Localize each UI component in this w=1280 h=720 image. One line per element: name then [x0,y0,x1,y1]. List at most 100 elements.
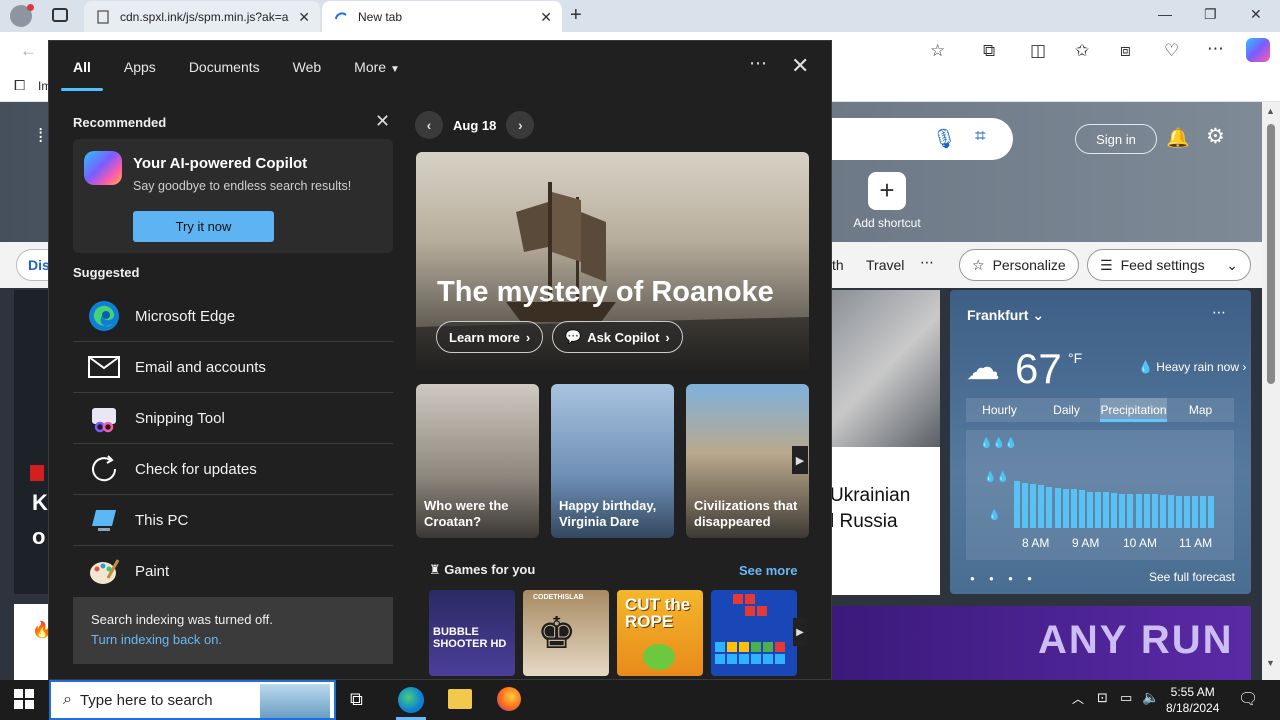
tab-actions-icon[interactable] [52,8,68,22]
suggested-item-paint[interactable]: Paint [73,546,393,597]
notifications-icon[interactable]: 🔔 [1166,126,1190,150]
file-explorer-icon[interactable] [448,689,472,709]
thumbnails-next-icon[interactable]: ▶ [792,446,808,474]
pager-dots[interactable]: ● ● ● ● [970,574,1038,583]
weather-condition[interactable]: 💧 Heavy rain now › [1138,360,1246,374]
firefox-icon[interactable] [497,687,521,711]
next-day-button[interactable]: › [506,111,535,139]
network-icon[interactable]: ▭ [1120,690,1132,706]
highlight-hero-card[interactable]: The mystery of Roanoke Learn more › 💬 Ask … [416,152,809,374]
taskbar-clock[interactable]: 5:55 AM 8/18/2024 [1166,684,1219,716]
thumbnail-caption: Happy birthday, Virginia Dare [559,498,656,530]
notification-center-icon[interactable]: 🗨 [1238,689,1258,709]
apps-grid-icon[interactable]: ⁞ [38,126,43,148]
news-card-left[interactable]: K o [14,290,48,594]
game-tile-cut-the-rope[interactable]: CUT the ROPE [617,590,703,676]
personalize-button[interactable]: ☆ Personalize [959,249,1079,281]
settings-gear-icon[interactable]: ⚙ [1206,124,1225,149]
suggested-item-check-updates[interactable]: Check for updates [73,444,393,495]
minimize-icon[interactable]: — [1158,6,1172,22]
back-icon[interactable]: ← [20,41,37,61]
sign-in-button[interactable]: Sign in [1075,124,1157,154]
microphone-icon[interactable]: 🎙 [932,127,956,151]
scroll-up-icon[interactable]: ▲ [1266,106,1275,116]
close-tab-icon[interactable]: ✕ [540,9,552,26]
games-see-more-link[interactable]: See more [739,563,798,578]
tab-documents[interactable]: Documents [177,55,272,79]
scrollbar-thumb[interactable] [1267,124,1275,384]
copilot-promo-card[interactable]: Your AI-powered Copilot Say goodbye to e… [73,139,393,253]
start-windows-icon[interactable] [14,689,34,712]
feed-tab-partial[interactable]: th [832,257,844,273]
scroll-down-icon[interactable]: ▼ [1266,658,1275,668]
page-scrollbar[interactable]: ▲ ▼ [1262,102,1280,680]
games-next-icon[interactable]: ▶ [793,618,807,646]
thumbnail-virginia-dare[interactable]: Happy birthday, Virginia Dare [551,384,674,538]
news-card[interactable]: Ukrainian l Russia [830,290,940,595]
thumbnail-croatan[interactable]: Who were the Croatan? [416,384,539,538]
tab-apps[interactable]: Apps [112,55,168,79]
edge-taskbar-icon[interactable] [398,687,424,713]
weather-tab-map[interactable]: Map [1167,398,1234,422]
extensions-icon[interactable]: ⧉ [983,41,995,61]
see-full-forecast-link[interactable]: See full forecast [1149,570,1235,584]
feed-settings-button[interactable]: ☰ Feed settings ⌄ [1087,249,1251,281]
close-tab-icon[interactable]: ✕ [298,9,310,26]
thumbnail-civilizations[interactable]: Civilizations that disappeared [686,384,809,538]
add-shortcut-tile[interactable]: + Add shortcut [852,172,922,230]
game-tile-blocks[interactable] [711,590,797,676]
weather-more-icon[interactable]: ⋯ [1212,304,1226,321]
web-search-box[interactable]: 🎙 ⌗ [810,118,1013,160]
news-card-left-lower[interactable]: 🔥 [14,604,52,680]
suggested-item-edge[interactable]: Microsoft Edge [73,291,393,342]
profile-avatar[interactable] [10,4,34,27]
feed-more-icon[interactable]: ⋯ [920,254,934,271]
taskbar-search-box[interactable]: ⌕ Type here to search [49,680,336,720]
panel-close-icon[interactable]: ✕ [791,53,809,79]
task-view-icon[interactable]: ⧉ [350,689,363,710]
visual-search-icon[interactable]: ⌗ [975,126,986,148]
tray-overflow-icon[interactable]: ︿ [1072,690,1084,707]
precip-bar [1014,481,1020,528]
tab-web[interactable]: Web [281,55,334,79]
thumbnail-caption: Who were the Croatan? [424,498,509,530]
suggested-item-this-pc[interactable]: This PC [73,495,393,546]
weather-tab-daily[interactable]: Daily [1033,398,1100,422]
previous-day-button[interactable]: ‹ [415,111,443,139]
suggested-item-email[interactable]: Email and accounts [73,342,393,393]
import-favorites-icon[interactable]: ⧠ [14,77,25,94]
feed-tab-travel[interactable]: Travel [866,257,904,273]
weather-tab-hourly[interactable]: Hourly [966,398,1033,422]
weather-city[interactable]: Frankfurt ⌄ [967,307,1044,324]
ask-copilot-button[interactable]: 💬 Ask Copilot › [552,321,683,353]
new-tab-button[interactable]: + [570,4,582,27]
copilot-card-subtitle: Say goodbye to endless search results! [133,179,352,193]
collections-icon[interactable]: ⧈ [1120,41,1131,61]
tab-all[interactable]: All [61,55,103,91]
volume-icon[interactable]: 🔈 [1142,689,1159,706]
favorites-icon[interactable]: ✩ [1075,41,1089,61]
weather-card[interactable]: Frankfurt ⌄ ⋯ ☁ 67 °F 💧 Heavy rain now ›… [950,290,1251,594]
weather-tab-precipitation[interactable]: Precipitation [1100,398,1167,422]
more-icon[interactable]: ⋯ [1207,39,1224,59]
restore-icon[interactable]: ❐ [1204,6,1217,23]
panel-options-icon[interactable]: ⋯ [749,53,767,74]
turn-indexing-on-link[interactable]: Turn indexing back on. [91,632,375,647]
try-it-now-button[interactable]: Try it now [133,211,274,242]
suggested-item-snipping-tool[interactable]: Snipping Tool [73,393,393,444]
split-screen-icon[interactable]: ◫ [1030,41,1046,61]
game-tile-bubble-shooter[interactable]: BUBBLE SHOOTER HD [429,590,515,676]
favorite-star-icon[interactable]: ☆ [930,41,945,61]
temperature-unit[interactable]: °F [1068,350,1082,366]
dismiss-recommended-icon[interactable]: ✕ [375,111,390,132]
browser-tab-newtab[interactable]: New tab ✕ [322,1,562,32]
learn-more-button[interactable]: Learn more › [436,321,544,353]
tab-more[interactable]: More ▼ [342,55,412,79]
tray-device-icon[interactable]: ⊡ [1097,690,1108,706]
copilot-icon[interactable] [1246,38,1270,62]
close-window-icon[interactable]: ✕ [1250,6,1262,23]
browser-tab-script[interactable]: cdn.spxl.ink/js/spm.min.js?ak=a ✕ [84,1,320,32]
promo-banner[interactable]: ANY RUN [830,606,1251,680]
game-tile-chess[interactable]: CODETHISLAB ♚ [523,590,609,676]
performance-icon[interactable]: ♡ [1164,41,1179,61]
